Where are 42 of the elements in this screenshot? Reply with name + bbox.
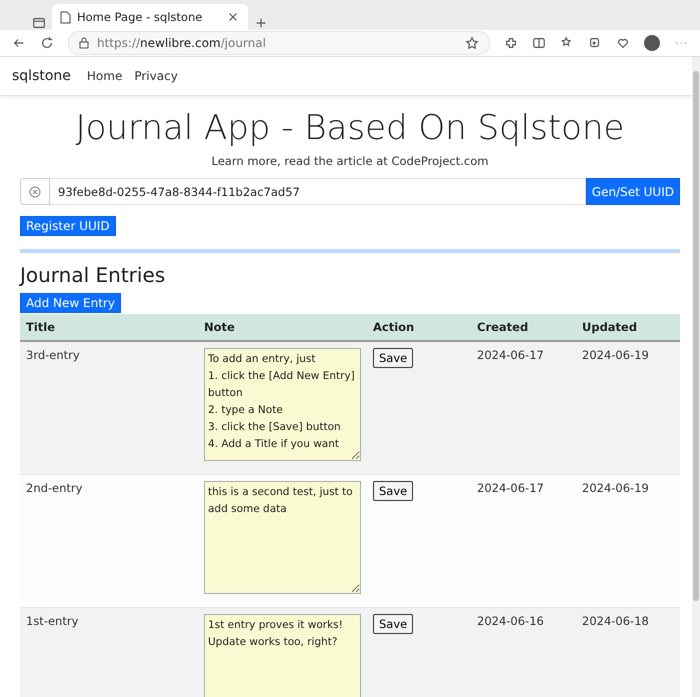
new-tab-icon[interactable] <box>254 16 268 30</box>
nav-link[interactable]: Privacy <box>134 69 178 83</box>
save-button[interactable]: Save <box>373 614 414 634</box>
save-button[interactable]: Save <box>373 348 414 368</box>
split-screen-icon[interactable] <box>532 36 546 50</box>
browser-tab[interactable]: Home Page - sqlstone <box>52 4 248 30</box>
title-cell: 1st-entry <box>20 608 198 697</box>
updated-cell: 2024-06-18 <box>576 608 680 697</box>
note-field[interactable]: 1st entry proves it works! Update works too, right? <box>204 614 361 697</box>
profile-avatar[interactable] <box>644 35 660 51</box>
url-text: https://newlibre.com/journal <box>97 36 267 50</box>
note-field[interactable]: To add an entry, just 1. click the [Add New Entry] button 2. type a Note 3. click the [Save] button 4. Add a Title if you want <box>204 348 361 461</box>
page-icon <box>60 10 71 24</box>
heart-icon[interactable] <box>616 36 630 50</box>
uuid-field[interactable]: 93febe8d-0255-47a8-8344-f11b2ac7ad57 <box>50 178 586 205</box>
nav-link[interactable]: Home <box>86 69 122 83</box>
star-icon[interactable] <box>465 36 479 50</box>
address-bar[interactable]: https://newlibre.com/journal <box>68 31 490 55</box>
scrollbar-thumb[interactable] <box>693 71 699 601</box>
column-header: Created <box>471 314 576 341</box>
clear-button[interactable] <box>20 178 50 205</box>
back-icon[interactable] <box>12 36 26 50</box>
section-heading: Journal Entries <box>20 263 166 287</box>
column-header: Action <box>367 314 471 341</box>
reload-icon[interactable] <box>40 36 54 50</box>
lock-icon <box>79 37 89 49</box>
brand-link[interactable]: sqlstone <box>12 68 71 84</box>
save-button[interactable]: Save <box>373 481 414 501</box>
tab-actions-icon[interactable] <box>32 16 46 30</box>
subtitle-text: Learn more, read the article at CodeProject.com <box>210 154 490 168</box>
add-entry-button[interactable]: Add New Entry <box>20 293 121 313</box>
column-header: Updated <box>576 314 680 341</box>
register-uuid-button[interactable]: Register UUID <box>20 216 116 236</box>
created-cell: 2024-06-16 <box>471 608 576 697</box>
tab-title: Home Page - sqlstone <box>77 10 204 24</box>
gen-set-uuid-button[interactable]: Gen/Set UUID <box>586 178 680 205</box>
collections-icon[interactable] <box>588 36 602 50</box>
note-field[interactable]: this is a second test, just to add some data <box>204 481 361 594</box>
column-header: Title <box>20 314 198 341</box>
page-title: Journal App - Based On Sqlstone <box>74 108 626 148</box>
clear-icon <box>29 186 41 198</box>
column-header: Note <box>198 314 367 341</box>
